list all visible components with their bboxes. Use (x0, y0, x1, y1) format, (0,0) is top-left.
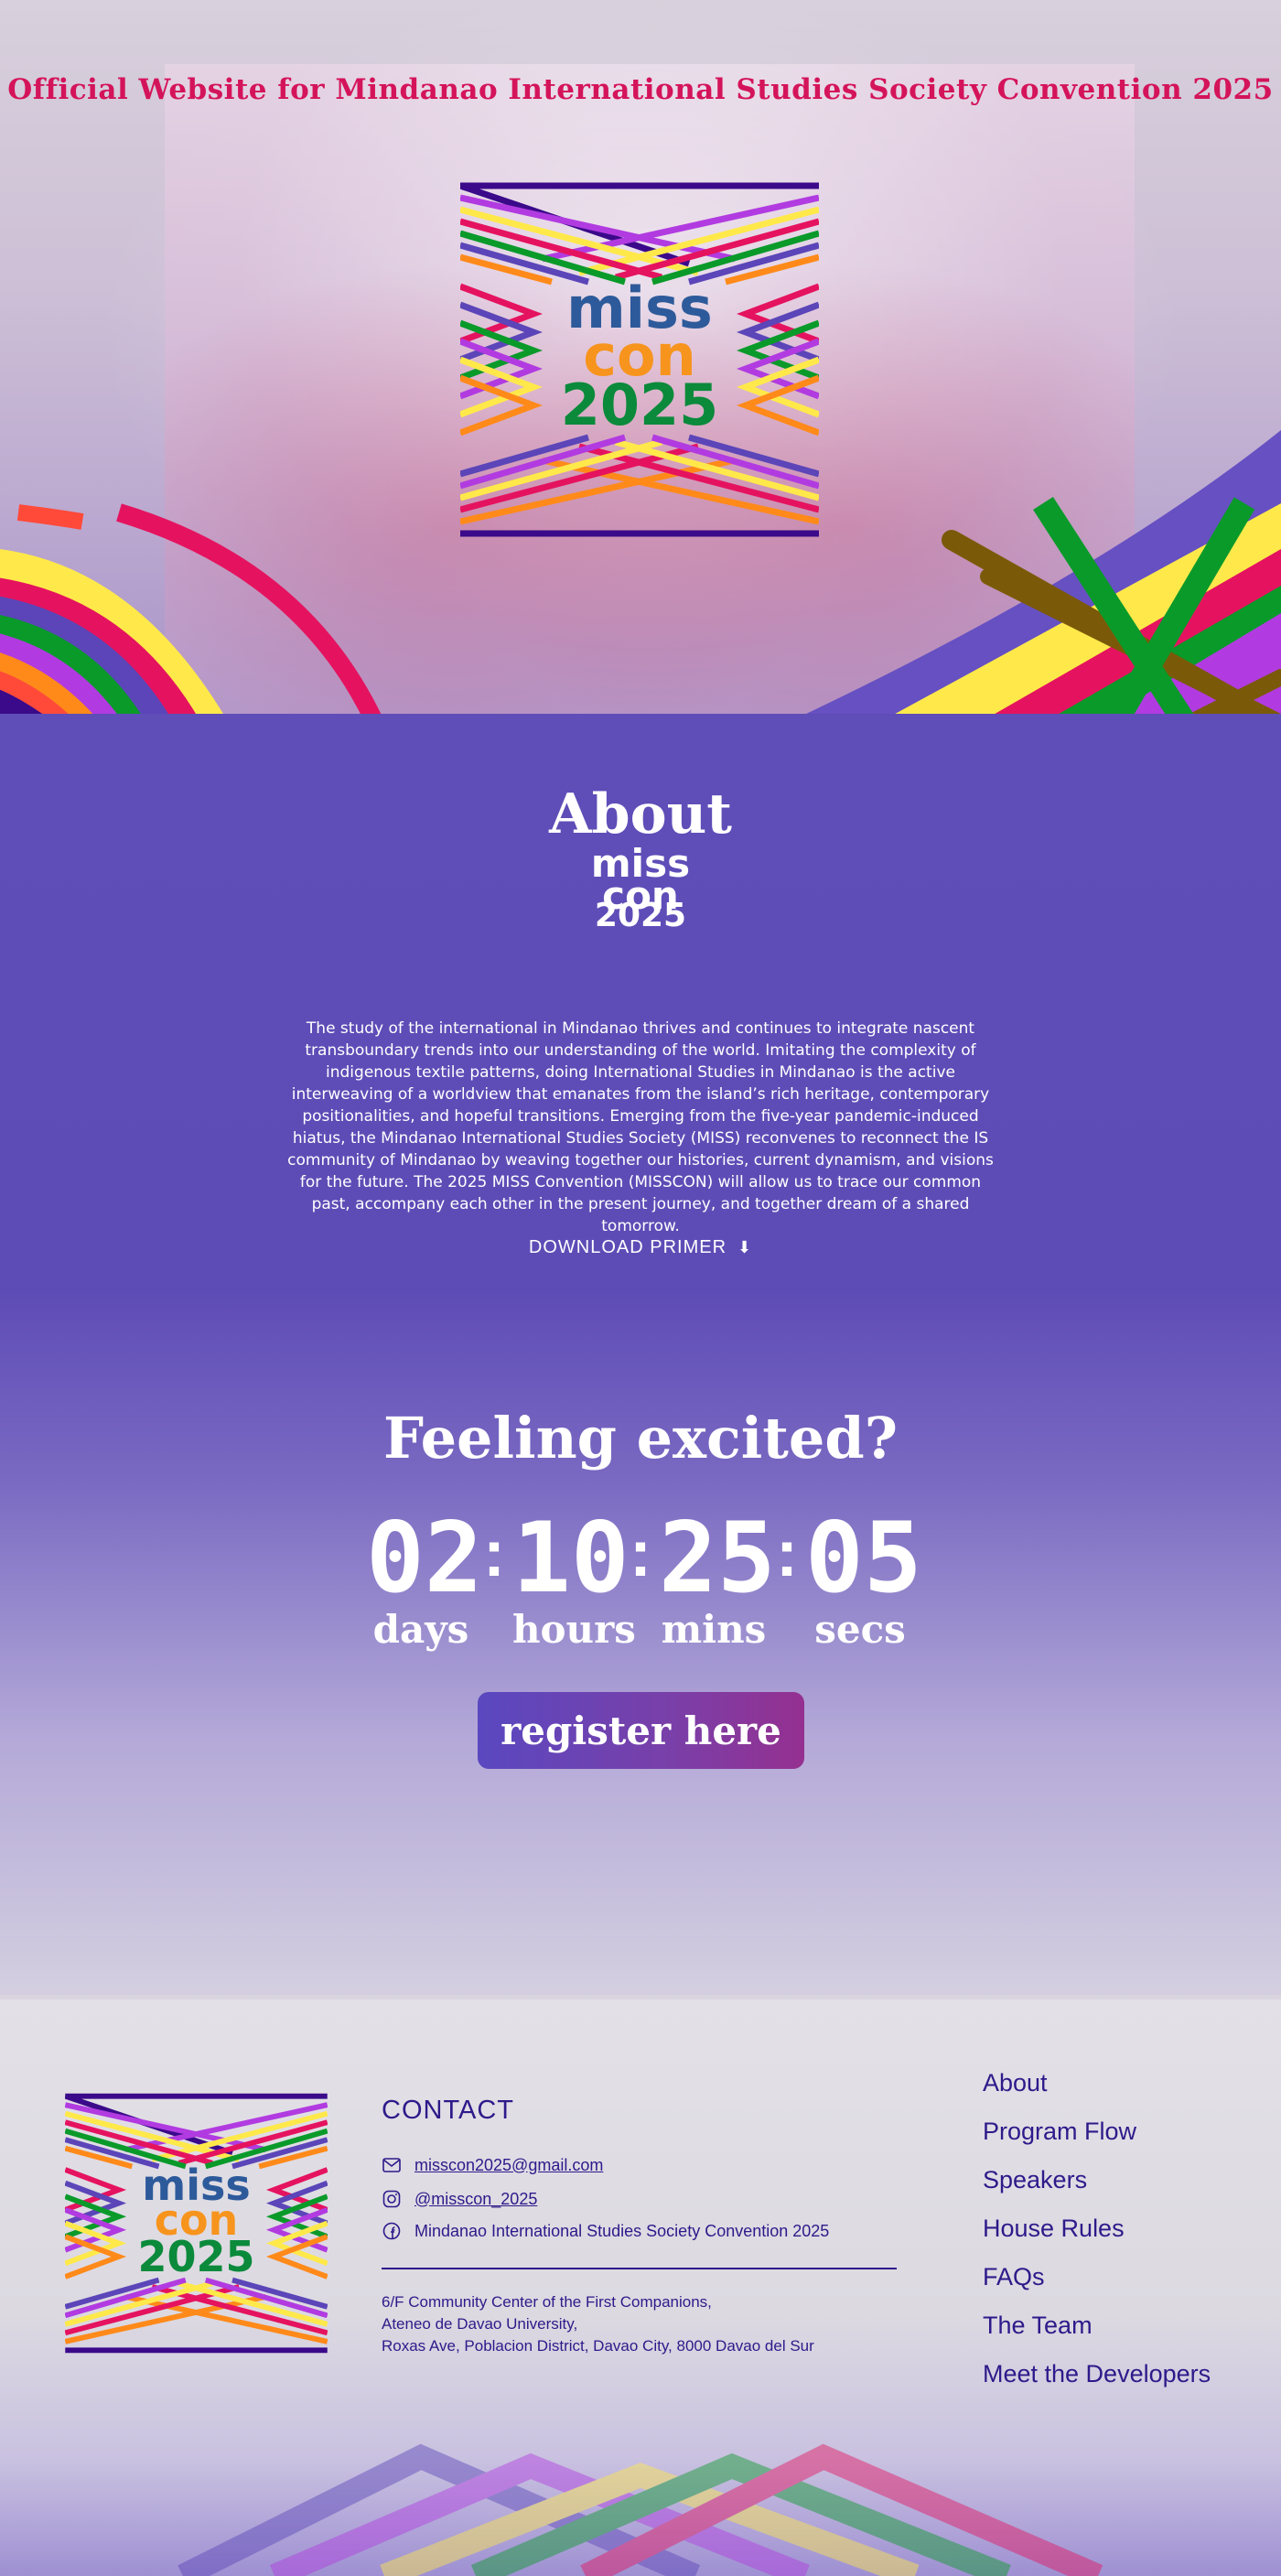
countdown-mins-value: 25 (659, 1502, 776, 1614)
countdown-secs-value: 05 (805, 1502, 922, 1614)
page: Official Website for Mindanao Internatio… (0, 0, 1281, 2576)
address-line-2: Ateneo de Davao University, (382, 2315, 578, 2333)
logo-year: 2025 (560, 372, 719, 438)
hero-section: Official Website for Mindanao Internatio… (0, 0, 1281, 723)
countdown-days-value: 02 (366, 1502, 483, 1614)
contact-email-link[interactable]: misscon2025@gmail.com (414, 2156, 603, 2175)
countdown-hours: 10 hours (512, 1502, 636, 1652)
contact-instagram-row: @misscon_2025 (382, 2189, 537, 2209)
right-weave-decoration (787, 430, 1281, 723)
countdown-separator: : (630, 1517, 651, 1590)
download-primer-link[interactable]: DOWNLOAD PRIMER ⬇ (0, 1237, 1281, 1258)
footer-logo-year: 2025 (137, 2232, 255, 2281)
about-description: The study of the international in Mindan… (287, 1019, 994, 1235)
countdown-secs-label: secs (814, 1607, 906, 1652)
facebook-icon (382, 2221, 402, 2241)
contact-facebook-text[interactable]: Mindanao International Studies Society C… (414, 2222, 829, 2241)
contact-email-row: misscon2025@gmail.com (382, 2155, 603, 2175)
footer-nav-about[interactable]: About (983, 2059, 1211, 2107)
about-logo-year: 2025 (594, 897, 687, 934)
footer-nav-the-team[interactable]: The Team (983, 2301, 1211, 2350)
footer-weave-decoration (178, 2443, 1103, 2576)
about-heading: About (549, 782, 732, 846)
contact-facebook-row: Mindanao International Studies Society C… (382, 2221, 829, 2241)
contact-instagram-link[interactable]: @misscon_2025 (414, 2190, 537, 2209)
download-primer-label: DOWNLOAD PRIMER (528, 1237, 727, 1257)
contact-heading: CONTACT (382, 2096, 515, 2125)
site-title: Official Website for Mindanao Internatio… (7, 73, 1274, 106)
countdown-heading: Feeling excited? (382, 1405, 899, 1471)
footer-nav-speakers[interactable]: Speakers (983, 2156, 1211, 2204)
footer-nav-house-rules[interactable]: House Rules (983, 2204, 1211, 2253)
mail-icon (382, 2155, 402, 2175)
footer-logo: miss con 2025 (65, 2093, 328, 2354)
countdown-separator: : (776, 1517, 798, 1590)
countdown-days-label: days (372, 1607, 469, 1652)
instagram-icon (382, 2189, 402, 2209)
footer-nav-meet-the-developers[interactable]: Meet the Developers (983, 2350, 1211, 2398)
countdown-hours-label: hours (512, 1607, 636, 1652)
countdown-timer: 02 days : 10 hours : 25 mins : 05 secs (366, 1502, 922, 1656)
address-line-1: 6/F Community Center of the First Compan… (382, 2293, 712, 2311)
main-logo: miss con 2025 (460, 181, 819, 538)
countdown-separator: : (483, 1517, 505, 1590)
countdown-mins-label: mins (661, 1607, 767, 1652)
download-icon: ⬇ (737, 1238, 753, 1256)
footer-nav: About Program Flow Speakers House Rules … (983, 2059, 1211, 2398)
left-weave-decoration (0, 503, 386, 723)
address-line-3: Roxas Ave, Poblacion District, Davao Cit… (382, 2337, 814, 2355)
countdown-secs: 05 secs (805, 1502, 922, 1652)
address-block: 6/F Community Center of the First Compan… (382, 2291, 814, 2357)
countdown-hours-value: 10 (512, 1502, 630, 1614)
contact-divider (382, 2268, 897, 2269)
register-button[interactable]: register here (478, 1692, 804, 1769)
countdown-mins: 25 mins (659, 1502, 776, 1652)
countdown-days: 02 days (366, 1502, 483, 1652)
footer-nav-program-flow[interactable]: Program Flow (983, 2107, 1211, 2156)
footer-nav-faqs[interactable]: FAQs (983, 2253, 1211, 2301)
